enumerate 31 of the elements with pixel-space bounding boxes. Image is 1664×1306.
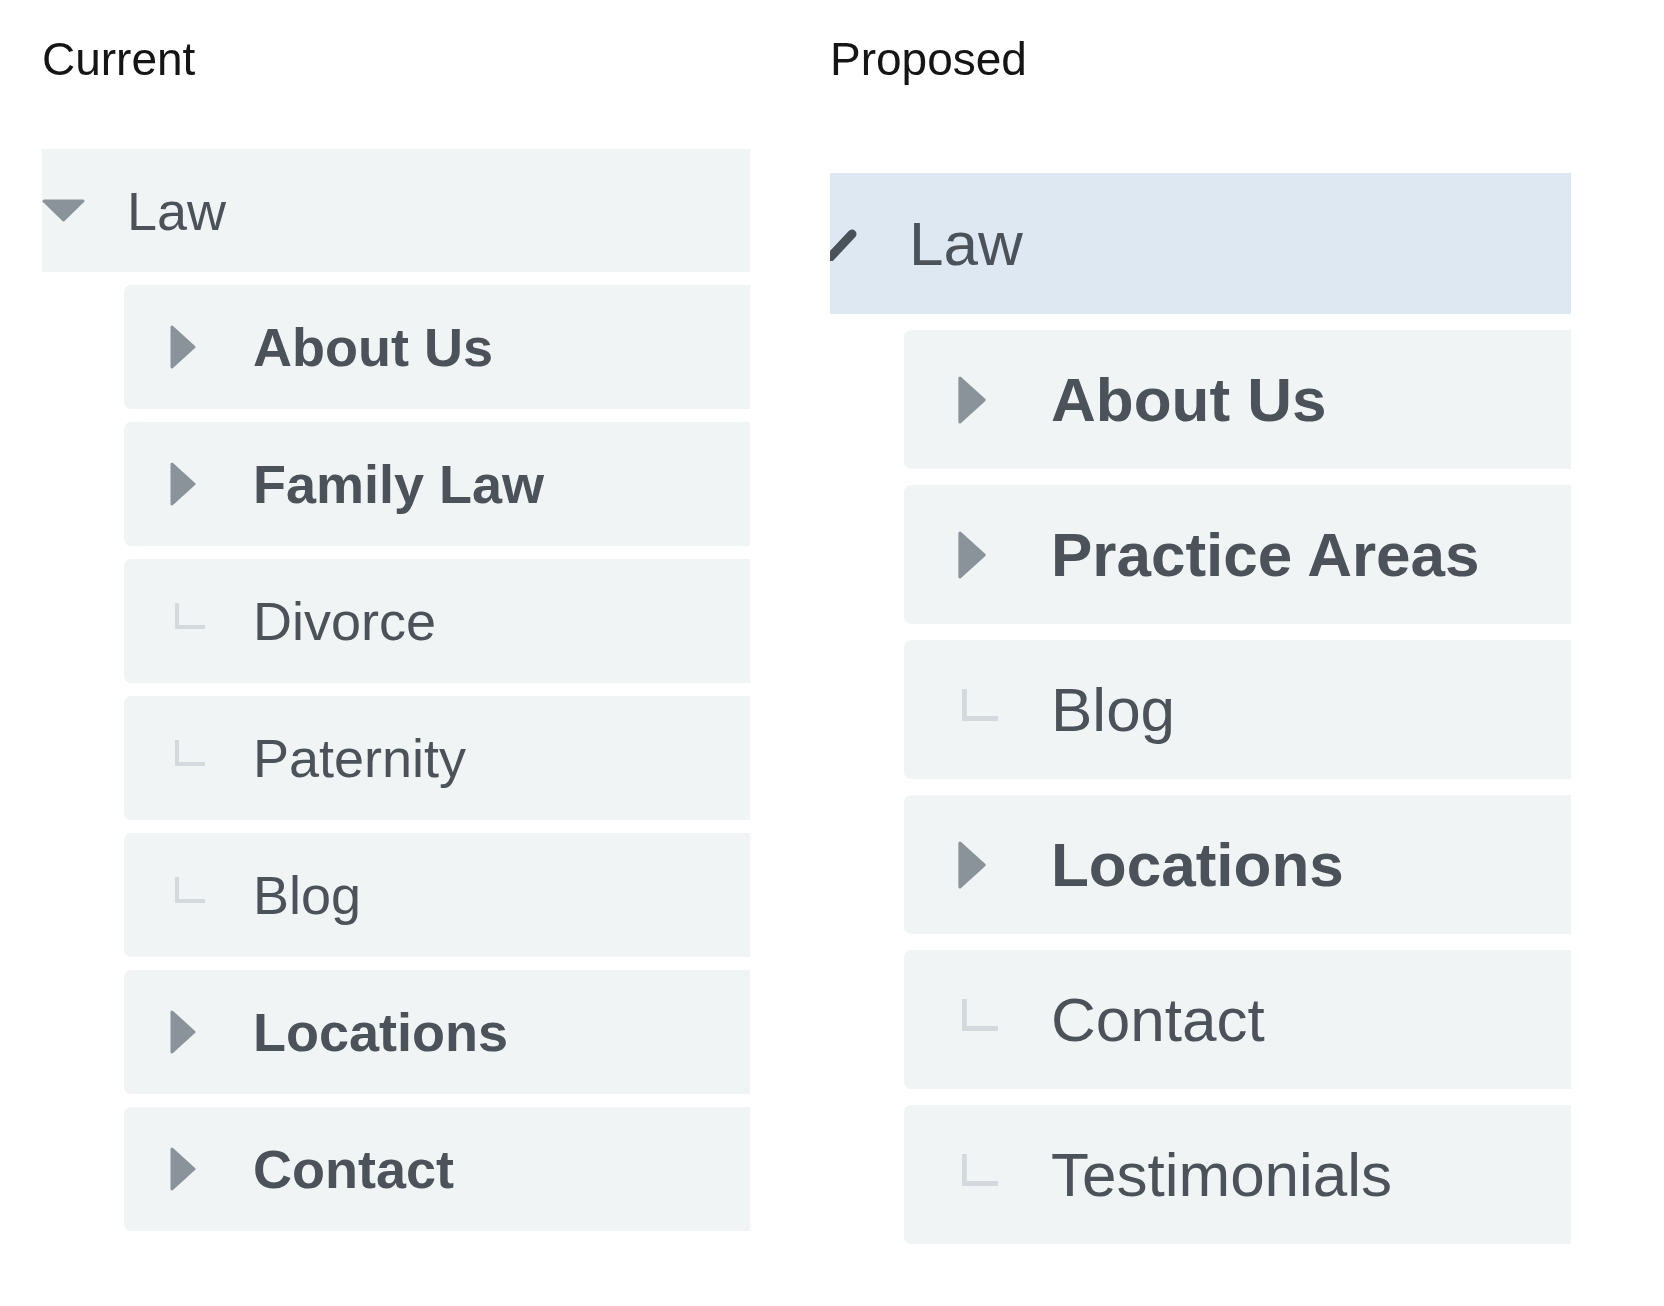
tree-item[interactable]: Contact bbox=[124, 1107, 750, 1231]
panel-heading: Current bbox=[42, 32, 197, 87]
tree-item[interactable]: Paternity bbox=[124, 696, 750, 820]
tree-item[interactable]: Law bbox=[42, 149, 750, 272]
caret-right-icon[interactable] bbox=[170, 462, 196, 506]
corner-line-icon bbox=[175, 877, 205, 903]
corner-line-icon bbox=[175, 603, 205, 629]
caret-right-icon[interactable] bbox=[170, 1010, 196, 1054]
tree-item[interactable]: Blog bbox=[904, 640, 1571, 779]
caret-right-icon[interactable] bbox=[957, 840, 987, 889]
caret-right-icon[interactable] bbox=[957, 375, 987, 424]
tree-item[interactable]: Practice Areas bbox=[904, 485, 1571, 624]
caret-right-icon[interactable] bbox=[170, 325, 196, 369]
caret-right-icon[interactable] bbox=[957, 530, 987, 579]
tree-item[interactable]: About Us bbox=[904, 330, 1571, 469]
tree-item[interactable]: Law bbox=[830, 173, 1571, 314]
tree-item[interactable]: Family Law bbox=[124, 422, 750, 546]
tree-item[interactable]: About Us bbox=[124, 285, 750, 409]
tree-item[interactable]: Locations bbox=[124, 970, 750, 1094]
corner-line-icon bbox=[962, 998, 998, 1031]
tree-item[interactable]: Testimonials bbox=[904, 1105, 1571, 1244]
corner-line-icon bbox=[962, 1153, 998, 1186]
tree-item[interactable]: Divorce bbox=[124, 559, 750, 683]
corner-line-icon bbox=[962, 688, 998, 721]
tree-item[interactable]: Locations bbox=[904, 795, 1571, 934]
tree-item[interactable]: Contact bbox=[904, 950, 1571, 1089]
tree-item[interactable]: Blog bbox=[124, 833, 750, 957]
caret-down-icon[interactable] bbox=[42, 199, 85, 222]
panel-heading: Proposed bbox=[830, 32, 1028, 87]
corner-line-icon bbox=[175, 740, 205, 766]
caret-right-icon[interactable] bbox=[170, 1147, 196, 1191]
